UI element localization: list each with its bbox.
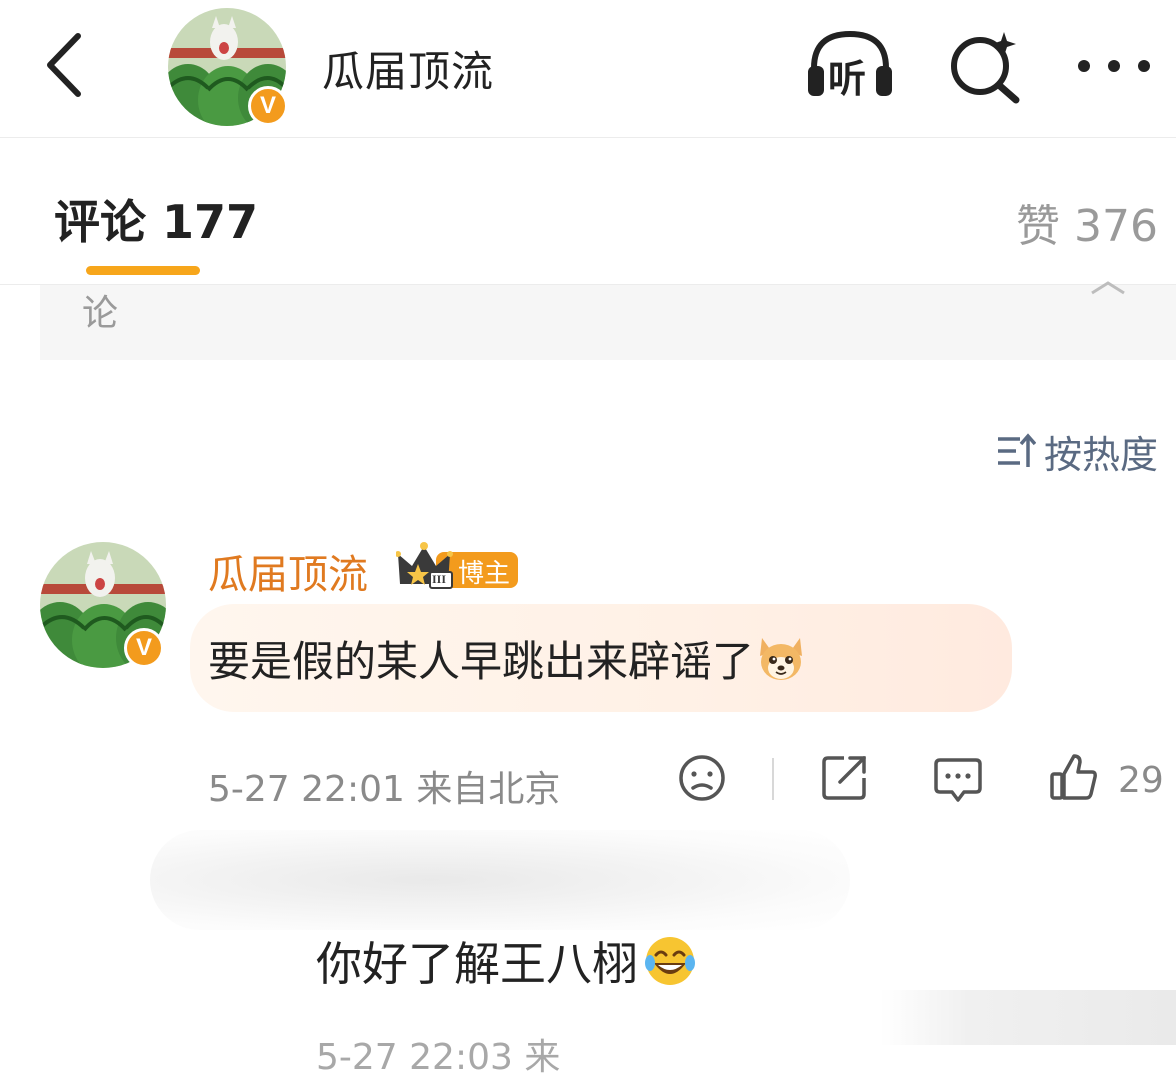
- verified-badge-icon: V: [248, 86, 288, 126]
- collapsed-panel[interactable]: [40, 285, 1176, 360]
- tab-likes[interactable]: 赞 376: [1016, 190, 1158, 254]
- comment-author[interactable]: 瓜届顶流: [208, 542, 368, 600]
- laugh-tears-emoji-icon: [642, 933, 698, 989]
- search-ai-icon[interactable]: [946, 28, 1022, 104]
- back-arrow-icon[interactable]: [40, 30, 90, 100]
- dislike-face-icon[interactable]: [676, 752, 728, 804]
- share-icon[interactable]: [818, 752, 870, 804]
- doge-emoji-icon: [756, 634, 806, 684]
- reply-text: 你好了解王八栩: [316, 928, 698, 994]
- active-tab-indicator: [86, 266, 200, 275]
- thumbs-up-icon[interactable]: [1048, 752, 1100, 804]
- tab-comments[interactable]: 评论 177: [54, 186, 258, 252]
- comment-meta: 5-27 22:01 来自北京: [208, 769, 561, 810]
- sort-control[interactable]: 按热度: [996, 426, 1159, 477]
- blogger-crown-badge: III 博主: [396, 542, 520, 592]
- page-title: 瓜届顶流: [322, 47, 495, 96]
- reply-comment-icon[interactable]: [932, 756, 984, 804]
- crown-level: III: [432, 572, 447, 586]
- blogger-badge-label: 博主: [458, 559, 511, 589]
- reply-text-content: 你好了解王八栩: [316, 937, 638, 991]
- listen-headphones-icon[interactable]: 听: [804, 28, 896, 101]
- like-count: 29: [1118, 760, 1164, 801]
- blurred-reply-header: [150, 830, 850, 930]
- listen-label: 听: [828, 57, 867, 101]
- sort-label: 按热度: [1044, 432, 1159, 477]
- verified-badge-icon: V: [124, 628, 164, 668]
- comment-text: 要是假的某人早跳出来辟谣了: [208, 628, 806, 689]
- next-reply-meta: 5-27 22:03 来: [316, 1037, 561, 1078]
- comment-text-content: 要是假的某人早跳出来辟谣了: [208, 637, 755, 686]
- sort-icon: [998, 433, 1036, 467]
- action-divider: [772, 758, 774, 800]
- chevron-up-icon[interactable]: [1090, 280, 1126, 299]
- more-dots-icon[interactable]: [1074, 56, 1154, 76]
- collapsed-panel-text: 论: [82, 293, 119, 334]
- bottom-blur-overlay: [880, 990, 1176, 1045]
